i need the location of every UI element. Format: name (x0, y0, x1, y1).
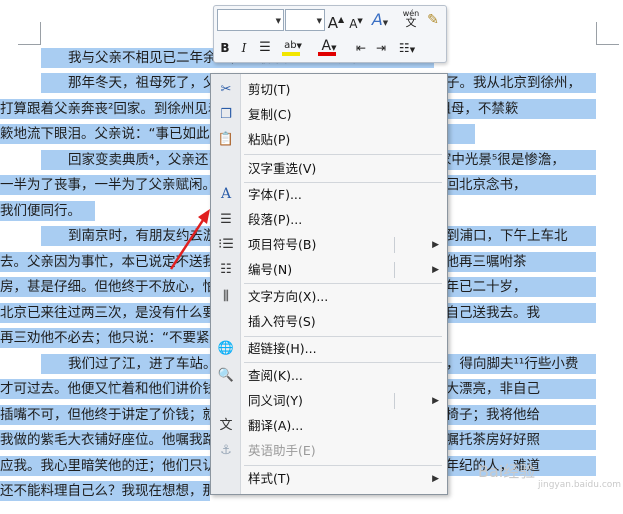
submenu-arrow-icon[interactable]: ▶ (432, 474, 439, 484)
grow-font-icon[interactable]: A▲ (327, 10, 345, 32)
english-assistant-icon: ⚓ (220, 443, 232, 458)
font-name-box[interactable]: ▼ (217, 9, 284, 31)
text-line[interactable]: 我们便同行。 (0, 201, 95, 221)
menu-item-numbering[interactable]: ☷ 编号(N) ▶ (211, 257, 447, 282)
menu-item-styles[interactable]: 样式(T) ▶ (211, 466, 447, 491)
page-corner-mark-top-right (596, 22, 619, 45)
copy-icon: ❐ (220, 107, 232, 122)
context-menu: ✂ 剪切(T) ❐ 复制(C) 📋 粘贴(P) 汉字重选(V) A 字体(F).… (210, 73, 448, 495)
submenu-divider (394, 237, 395, 253)
shrink-font-icon[interactable]: A▼ (347, 11, 365, 31)
format-painter-icon[interactable]: ✎ (424, 10, 442, 30)
bullets-icon: ⁝☰ (218, 237, 234, 252)
font-color-button[interactable]: A▼ (314, 36, 344, 56)
menu-item-synonyms[interactable]: 同义词(Y) ▶ (211, 388, 447, 413)
submenu-arrow-icon[interactable]: ▶ (432, 265, 439, 275)
submenu-divider (394, 262, 395, 278)
font-icon: A (220, 186, 232, 202)
menu-item-reconvert[interactable]: 汉字重选(V) (211, 156, 447, 181)
watermark-subtext: jingyan.baidu.com (538, 480, 622, 490)
chevron-down-icon[interactable]: ▼ (317, 17, 322, 25)
submenu-arrow-icon[interactable]: ▶ (432, 396, 439, 406)
menu-item-font[interactable]: A 字体(F)... (211, 182, 447, 207)
highlight-color-swatch (282, 52, 300, 56)
hyperlink-icon: 🌐 (217, 341, 235, 356)
menu-item-hyperlink[interactable]: 🌐 超链接(H)... (211, 336, 447, 361)
bullets-icon[interactable]: ☷▼ (394, 38, 420, 58)
menu-item-paragraph[interactable]: ☰ 段落(P)... (211, 207, 447, 232)
italic-button[interactable]: I (236, 38, 252, 58)
annotation-arrow (169, 209, 210, 270)
center-align-icon[interactable]: ☰ (256, 38, 274, 58)
submenu-arrow-icon[interactable]: ▶ (432, 240, 439, 250)
menu-item-bullets[interactable]: ⁝☰ 项目符号(B) ▶ (211, 232, 447, 257)
menu-item-translate[interactable]: 文 翻译(A)... (211, 413, 447, 438)
bold-button[interactable]: B (217, 38, 233, 58)
menu-item-text-direction[interactable]: ⫼ 文字方向(X)... (211, 284, 447, 309)
numbering-icon: ☷ (220, 262, 232, 277)
translate-icon: 文 (219, 418, 233, 433)
decrease-indent-icon[interactable]: ⇤ (352, 38, 370, 58)
mini-toolbar: ▼ ▼ A▲ A▼ A▼ wén 文 ✎ B I ☰ ab▼ A▼ ⇤ ⇥ ☷▼ (213, 5, 447, 63)
document-page: 我与父亲不相见已二年余了，我最不能忘记的是他的背影。 那年冬天，祖母死了，父亲的… (0, 0, 623, 514)
highlight-button[interactable]: ab▼ (278, 36, 308, 56)
menu-separator (244, 154, 442, 155)
menu-item-english-assistant: ⚓ 英语助手(E) (211, 438, 447, 463)
page-corner-mark-top-left (18, 22, 41, 45)
font-size-box[interactable]: ▼ (285, 9, 325, 31)
increase-indent-icon[interactable]: ⇥ (372, 38, 390, 58)
scissors-icon: ✂ (220, 82, 232, 97)
menu-item-cut[interactable]: ✂ 剪切(T) (211, 77, 447, 102)
menu-item-paste[interactable]: 📋 粘贴(P) (211, 127, 447, 152)
chevron-down-icon[interactable]: ▼ (276, 17, 281, 25)
text-direction-icon: ⫼ (223, 289, 229, 304)
watermark-text: Bai经验 (478, 462, 536, 481)
watermark-logo: Bai经验 jingyan.baidu.com (478, 458, 621, 490)
menu-item-insert-symbol[interactable]: 插入符号(S) (211, 309, 447, 334)
submenu-divider (394, 393, 395, 409)
text-line[interactable]: 还不能料理自己么？我现在想想，那时真是太聪明了。 (0, 481, 210, 501)
phonetic-guide-icon[interactable]: wén 文 (400, 9, 422, 29)
menu-item-research[interactable]: 🔍 查阅(K)... (211, 363, 447, 388)
research-icon: 🔍 (217, 368, 235, 383)
paste-icon: 📋 (217, 132, 235, 147)
text-effects-icon[interactable]: A▼ (369, 10, 391, 30)
paragraph-icon: ☰ (220, 212, 232, 227)
font-color-swatch (318, 52, 336, 56)
menu-item-copy[interactable]: ❐ 复制(C) (211, 102, 447, 127)
